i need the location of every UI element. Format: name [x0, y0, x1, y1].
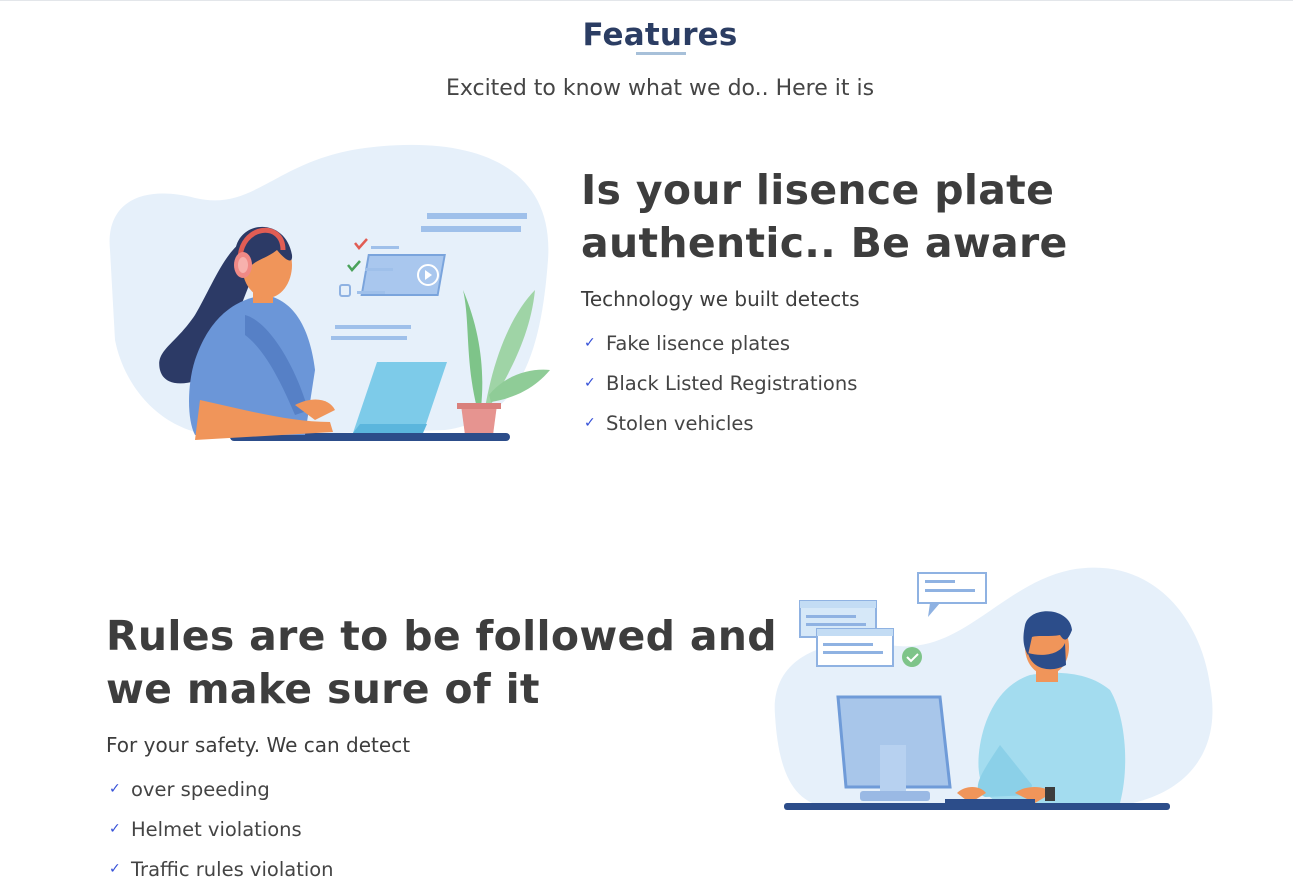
- list-item: ✓ Fake lisence plates: [584, 323, 857, 363]
- heading-line-2: authentic.. Be aware: [581, 219, 1068, 267]
- check-icon: ✓: [109, 821, 121, 837]
- list-item-label: Helmet violations: [131, 817, 302, 841]
- list-item: ✓ over speeding: [109, 769, 334, 809]
- check-icon: ✓: [109, 861, 121, 877]
- feature-heading-license-plate: Is your lisence plate authentic.. Be awa…: [581, 164, 1068, 270]
- check-icon: ✓: [584, 375, 596, 391]
- feature-subheading: Technology we built detects: [581, 287, 860, 311]
- heading-line-1: Rules are to be followed and: [106, 612, 777, 660]
- section-title: Features: [582, 16, 738, 53]
- list-item: ✓ Helmet violations: [109, 809, 334, 849]
- woman-laptop-illustration: [109, 144, 550, 441]
- check-icon: ✓: [109, 781, 121, 797]
- heading-line-2: we make sure of it: [106, 665, 540, 713]
- check-icon: ✓: [584, 335, 596, 351]
- section-subtitle: Excited to know what we do.. Here it is: [445, 76, 875, 101]
- title-underline: [636, 52, 686, 55]
- list-item: ✓ Black Listed Registrations: [584, 363, 857, 403]
- feature-list: ✓ Fake lisence plates ✓ Black Listed Regi…: [584, 323, 857, 443]
- feature-subheading: For your safety. We can detect: [106, 733, 411, 757]
- list-item-label: Stolen vehicles: [606, 411, 754, 435]
- top-divider: [0, 0, 1293, 1]
- list-item-label: over speeding: [131, 777, 270, 801]
- man-computer-illustration: [774, 567, 1213, 810]
- feature-list: ✓ over speeding ✓ Helmet violations ✓ Traf…: [109, 769, 334, 889]
- list-item: ✓ Traffic rules violation: [109, 849, 334, 889]
- list-item-label: Traffic rules violation: [131, 857, 334, 881]
- list-item-label: Fake lisence plates: [606, 331, 790, 355]
- list-item: ✓ Stolen vehicles: [584, 403, 857, 443]
- feature-heading-rules: Rules are to be followed and we make sur…: [106, 610, 777, 716]
- check-icon: ✓: [584, 415, 596, 431]
- heading-line-1: Is your lisence plate: [581, 166, 1055, 214]
- list-item-label: Black Listed Registrations: [606, 371, 858, 395]
